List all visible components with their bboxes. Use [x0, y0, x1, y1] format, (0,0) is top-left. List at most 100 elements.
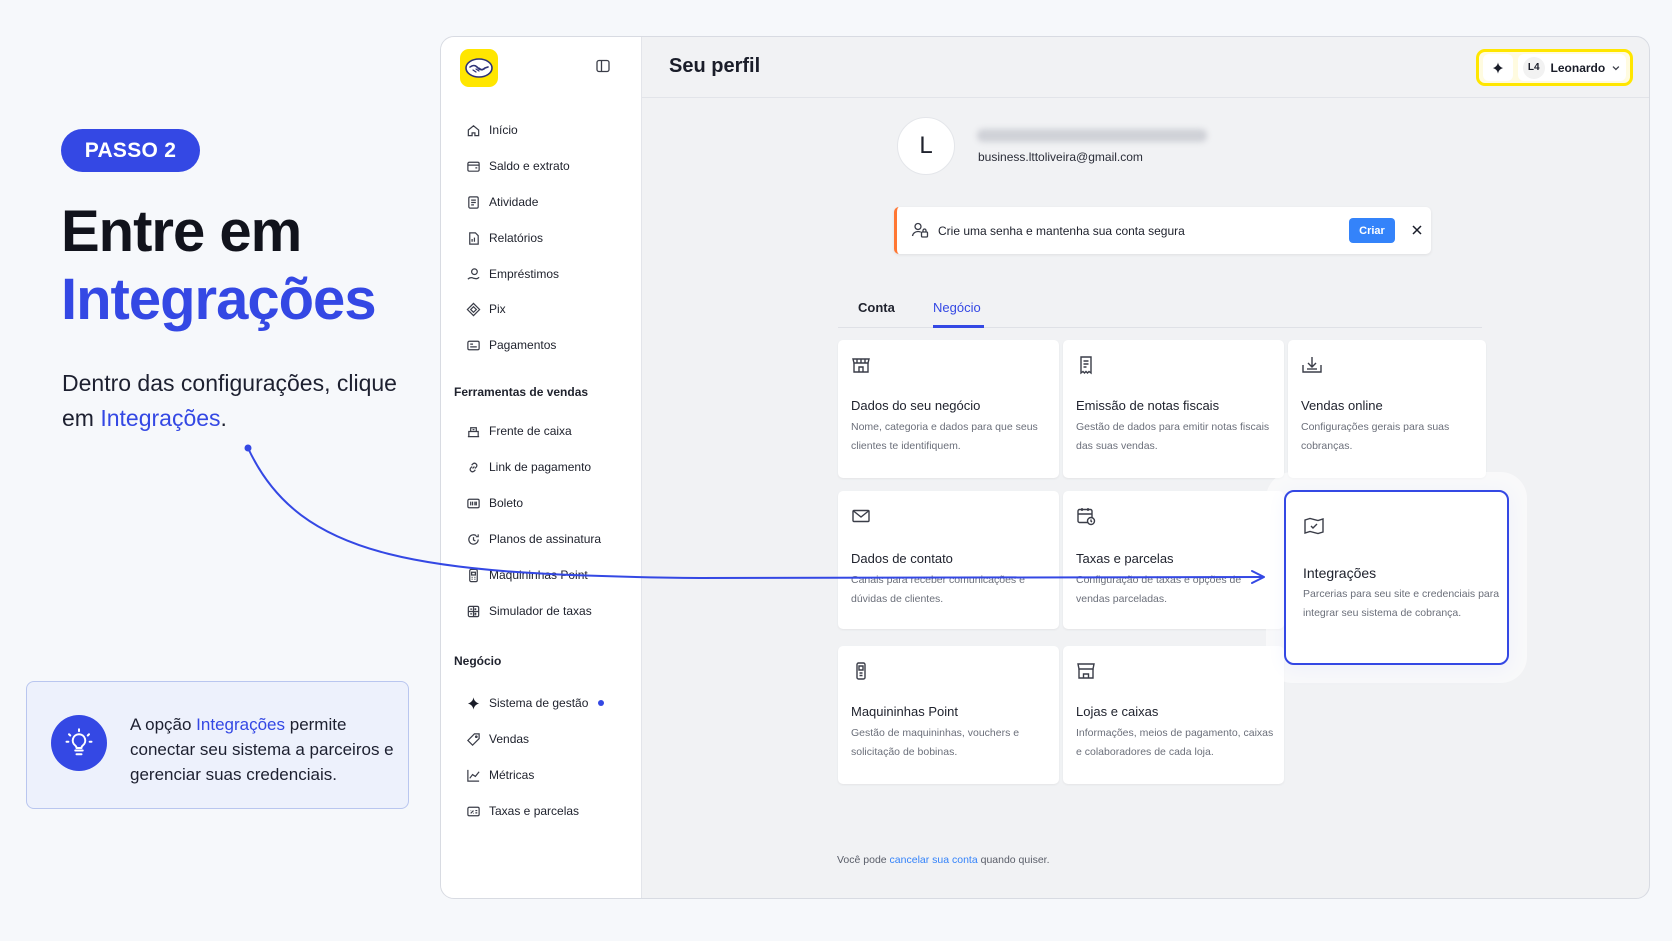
sidebar-item-saldo[interactable]: Saldo e extrato	[466, 155, 570, 177]
register-icon	[467, 426, 480, 437]
footer-prefix: Você pode	[837, 854, 890, 866]
card-taxas-parcelas[interactable]: Taxas e parcelas Configuração de taxas e…	[1063, 491, 1284, 629]
active-tab-indicator	[933, 325, 984, 328]
card-notas-fiscais[interactable]: Emissão de notas fiscais Gestão de dados…	[1063, 340, 1284, 478]
step-badge: PASSO 2	[61, 129, 200, 172]
pos-icon	[469, 568, 478, 582]
card-description: Configurações gerais para suas cobranças…	[1301, 421, 1450, 452]
card-dados-negocio[interactable]: Dados do seu negócio Nome, categoria e d…	[838, 340, 1059, 478]
sidebar-item-maquininhas[interactable]: Maquininhas Point	[466, 564, 588, 586]
payments-icon	[467, 340, 480, 350]
sidebar-item-relatorios[interactable]: Relatórios	[466, 227, 543, 249]
avatar: L4	[1523, 56, 1545, 79]
sidebar-item-label: Saldo e extrato	[489, 159, 570, 173]
headline-line1: Entre em	[61, 199, 302, 264]
integration-icon	[1304, 517, 1324, 535]
sidebar-section-business: Negócio	[454, 654, 502, 668]
user-lock-icon	[911, 222, 929, 238]
sidebar-item-label: Planos de assinatura	[489, 532, 602, 546]
card-description: Informações, meios de pagamento, caixas …	[1076, 727, 1274, 758]
sidebar-item-label: Simulador de taxas	[489, 604, 592, 618]
sidebar-item-emprestimos[interactable]: Empréstimos	[466, 263, 559, 285]
card-maquininhas-point[interactable]: Maquininhas Point Gestão de maquininhas,…	[838, 646, 1059, 784]
headline-line2: Integrações	[61, 267, 377, 332]
sparkle-icon	[1492, 61, 1504, 74]
card-title: Vendas online	[1301, 398, 1383, 413]
calendar-icon	[1077, 508, 1096, 526]
page-title: Seu perfil	[669, 55, 761, 77]
sidebar-item-label: Frente de caixa	[489, 424, 572, 438]
tab-negocio[interactable]: Negócio	[933, 300, 981, 315]
sidebar-item-metricas[interactable]: Métricas	[466, 764, 534, 786]
sidebar-item-pix[interactable]: Pix	[466, 298, 506, 320]
headline: Entre em Integrações	[61, 198, 377, 334]
sidebar-toggle-icon[interactable]	[595, 58, 611, 74]
sidebar-item-link-pagamento[interactable]: Link de pagamento	[466, 456, 591, 478]
download-tray-icon	[1302, 357, 1322, 373]
sidebar-item-frente-caixa[interactable]: Frente de caixa	[466, 420, 572, 442]
sidebar-item-inicio[interactable]: Início	[466, 119, 518, 141]
tip-highlight: Integrações	[196, 715, 286, 734]
link-icon	[469, 462, 478, 472]
sidebar-item-vendas[interactable]: Vendas	[466, 728, 529, 750]
sidebar-item-label: Pagamentos	[489, 338, 557, 352]
sidebar-section-sales-tools: Ferramentas de vendas	[454, 385, 589, 399]
sidebar-item-pagamentos[interactable]: Pagamentos	[466, 334, 556, 356]
card-dados-contato[interactable]: Dados de contato Canais para receber com…	[838, 491, 1059, 629]
card-lojas-caixas[interactable]: Lojas e caixas Informações, meios de pag…	[1063, 646, 1284, 784]
store-icon	[852, 358, 870, 373]
sidebar-item-label: Vendas	[489, 732, 530, 746]
alert-text: Crie uma senha e mantenha sua conta segu…	[938, 224, 1185, 238]
security-alert: Crie uma senha e mantenha sua conta segu…	[894, 207, 1431, 254]
calculator-icon	[467, 605, 480, 617]
chevron-down-icon	[1612, 65, 1620, 70]
home-icon	[467, 124, 480, 136]
user-name: Leonardo	[1550, 60, 1606, 75]
create-password-button[interactable]: Criar	[1349, 218, 1395, 243]
tab-conta[interactable]: Conta	[858, 300, 895, 315]
sidebar-item-planos[interactable]: Planos de assinatura	[466, 528, 601, 550]
loans-icon	[467, 267, 480, 280]
close-icon[interactable]	[1411, 224, 1423, 236]
sidebar-item-sistema-gestao[interactable]: Sistema de gestão	[466, 692, 605, 714]
tag-icon	[467, 732, 480, 746]
card-description: Gestão de dados para emitir notas fiscai…	[1076, 421, 1270, 452]
sidebar-item-simulador[interactable]: Simulador de taxas	[466, 600, 592, 622]
card-vendas-online[interactable]: Vendas online Configurações gerais para …	[1288, 340, 1486, 478]
card-description: Configuração de taxas e opções de vendas…	[1076, 574, 1242, 605]
activity-icon	[468, 195, 479, 209]
card-integracoes[interactable]: Integrações Parcerias para seu site e cr…	[1284, 490, 1509, 665]
mercado-pago-logo-icon[interactable]	[460, 49, 498, 87]
sidebar-item-taxas[interactable]: Taxas e parcelas	[466, 800, 579, 822]
sidebar-item-label: Empréstimos	[489, 267, 560, 281]
card-title: Lojas e caixas	[1076, 704, 1159, 719]
card-title: Dados do seu negócio	[851, 398, 981, 413]
mail-icon	[852, 509, 870, 523]
cancel-account-link[interactable]: cancelar sua conta	[890, 854, 978, 866]
card-description: Nome, categoria e dados para que seus cl…	[851, 421, 1038, 452]
sidebar-item-label: Taxas e parcelas	[489, 804, 580, 818]
sidebar: Início Saldo e extrato Atividade Relatór…	[441, 37, 642, 898]
profile-avatar: L	[897, 117, 955, 175]
sidebar-item-label: Atividade	[489, 195, 539, 209]
app-window: Início Saldo e extrato Atividade Relatór…	[440, 36, 1650, 899]
sidebar-item-label: Relatórios	[489, 231, 544, 245]
pos-device-icon	[856, 662, 866, 680]
tip-box: A opção Integrações permite conectar seu…	[26, 681, 409, 809]
sidebar-item-label: Link de pagamento	[489, 460, 592, 474]
wallet-icon	[467, 161, 480, 172]
card-title: Integrações	[1303, 565, 1377, 581]
receipt-icon	[1080, 356, 1092, 375]
sidebar-item-boleto[interactable]: Boleto	[466, 492, 523, 514]
sidebar-item-label: Boleto	[489, 496, 524, 510]
sidebar-item-label: Métricas	[489, 768, 535, 782]
tip-text: A opção Integrações permite conectar seu…	[130, 712, 400, 787]
card-description: Parcerias para seu site e credenciais pa…	[1303, 588, 1500, 619]
topbar-divider	[642, 97, 1649, 98]
user-account-button[interactable]: L4 Leonardo	[1518, 54, 1626, 81]
assistant-sparkle-button[interactable]	[1483, 54, 1513, 81]
instruction-suffix: .	[220, 405, 227, 431]
new-indicator-dot	[598, 700, 605, 706]
sidebar-item-atividade[interactable]: Atividade	[466, 191, 538, 213]
card-title: Maquininhas Point	[851, 704, 958, 719]
